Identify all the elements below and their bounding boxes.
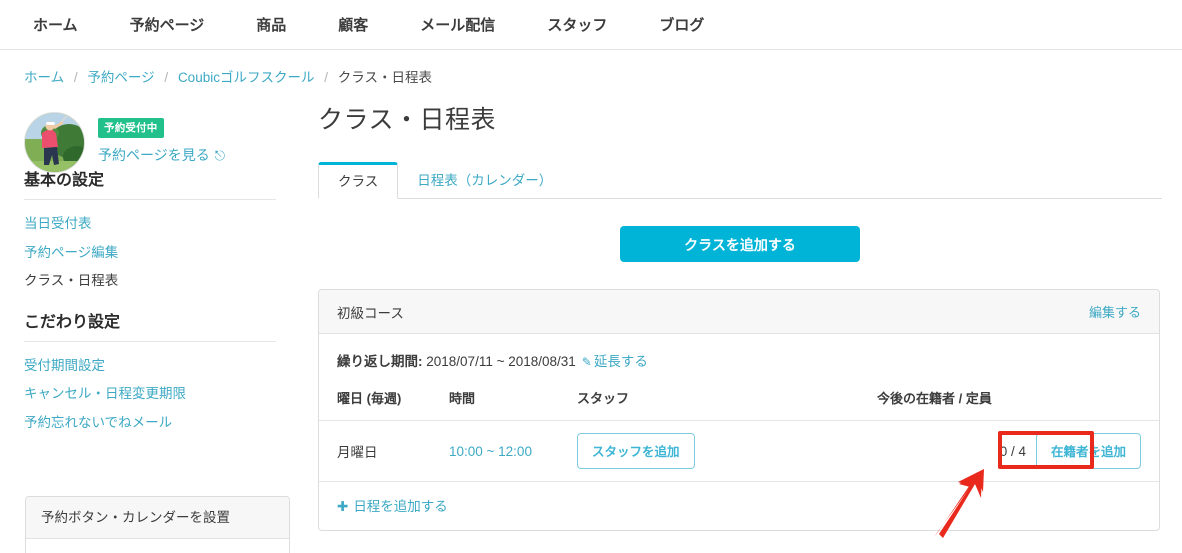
pencil-icon: ✎ bbox=[581, 355, 592, 369]
header-day: 曜日 (毎週) bbox=[319, 382, 449, 421]
schedule-table-body: 月曜日 10:00 ~ 12:00 スタッフを追加 0 / 4 在籍者を追加 bbox=[319, 420, 1159, 482]
breadcrumb: ホーム / 予約ページ / Coubicゴルフスクール / クラス・日程表 bbox=[24, 66, 432, 86]
nav-item-products[interactable]: 商品 bbox=[256, 14, 286, 35]
header-capacity: 今後の在籍者 / 定員 bbox=[877, 382, 1159, 421]
plus-icon: ✚ bbox=[337, 499, 349, 514]
add-schedule-link[interactable]: ✚ 日程を追加する bbox=[319, 482, 1159, 530]
sidebar-item-reminder-mail[interactable]: 予約忘れないでねメール bbox=[24, 409, 276, 438]
sidebar: 予約受付中 予約ページを見る ⎋ 基本の設定 当日受付表 予約ページ編集 クラス・… bbox=[0, 100, 300, 437]
cell-staff: スタッフを追加 bbox=[577, 420, 877, 482]
add-class-button[interactable]: クラスを追加する bbox=[620, 226, 860, 262]
repeat-period-label: 繰り返し期間: bbox=[337, 354, 423, 369]
main-content: クラス・日程表 クラス 日程表（カレンダー） クラスを追加する 初級コース 編集… bbox=[318, 100, 1162, 531]
capacity-group: 0 / 4 在籍者を追加 bbox=[877, 433, 1141, 469]
nav-item-mail[interactable]: メール配信 bbox=[420, 14, 495, 35]
add-enrollee-button[interactable]: 在籍者を追加 bbox=[1035, 433, 1141, 469]
breadcrumb-separator: / bbox=[73, 70, 78, 85]
breadcrumb-separator: / bbox=[164, 70, 169, 85]
class-title: 初級コース bbox=[337, 305, 404, 321]
header-time: 時間 bbox=[449, 382, 577, 421]
external-link-icon: ⎋ bbox=[214, 148, 226, 163]
app-page: ホーム 予約ページ 商品 顧客 メール配信 スタッフ ブログ ホーム / 予約ペ… bbox=[0, 0, 1182, 553]
status-badge: 予約受付中 bbox=[98, 118, 164, 138]
view-booking-page-link[interactable]: 予約ページを見る ⎋ bbox=[98, 145, 225, 165]
add-class-area: クラスを追加する bbox=[318, 226, 1162, 262]
avatar bbox=[24, 112, 85, 173]
breadcrumb-item-school[interactable]: Coubicゴルフスクール bbox=[178, 70, 315, 85]
nav-item-staff[interactable]: スタッフ bbox=[547, 14, 607, 35]
schedule-table: 曜日 (毎週) 時間 スタッフ 今後の在籍者 / 定員 月曜日 10:00 ~ … bbox=[319, 382, 1159, 482]
add-staff-button[interactable]: スタッフを追加 bbox=[577, 433, 695, 469]
widget-install-card-title[interactable]: 予約ボタン・カレンダーを設置 bbox=[26, 497, 289, 539]
sidebar-item-edit-booking-page[interactable]: 予約ページ編集 bbox=[24, 239, 276, 268]
breadcrumb-item-current: クラス・日程表 bbox=[337, 70, 432, 85]
cell-day: 月曜日 bbox=[319, 420, 449, 482]
top-navigation: ホーム 予約ページ 商品 顧客 メール配信 スタッフ ブログ bbox=[0, 0, 1182, 50]
capacity-value: 0 / 4 bbox=[999, 443, 1026, 459]
sidebar-item-class-schedule[interactable]: クラス・日程表 bbox=[24, 267, 276, 296]
sidebar-heading-advanced: こだわり設定 bbox=[24, 308, 276, 342]
breadcrumb-item-home[interactable]: ホーム bbox=[24, 70, 64, 85]
tab-class[interactable]: クラス bbox=[318, 162, 399, 199]
view-booking-page-label: 予約ページを見る bbox=[98, 147, 210, 163]
class-card: 初級コース 編集する 繰り返し期間: 2018/07/11 ~ 2018/08/… bbox=[318, 289, 1160, 531]
nav-item-blog[interactable]: ブログ bbox=[659, 14, 704, 35]
time-link[interactable]: 10:00 ~ 12:00 bbox=[449, 444, 532, 459]
nav-item-customers[interactable]: 顧客 bbox=[338, 14, 368, 35]
header-staff: スタッフ bbox=[577, 382, 877, 421]
sidebar-item-today-list[interactable]: 当日受付表 bbox=[24, 210, 276, 239]
cell-capacity: 0 / 4 在籍者を追加 bbox=[877, 420, 1159, 482]
breadcrumb-item-booking-page[interactable]: 予約ページ bbox=[87, 70, 154, 85]
tab-calendar[interactable]: 日程表（カレンダー） bbox=[398, 163, 571, 199]
repeat-period-value: 2018/07/11 ~ 2018/08/31 bbox=[426, 354, 576, 369]
nav-item-home[interactable]: ホーム bbox=[33, 14, 78, 35]
schedule-table-head: 曜日 (毎週) 時間 スタッフ 今後の在籍者 / 定員 bbox=[319, 382, 1159, 421]
edit-class-link[interactable]: 編集する bbox=[1089, 302, 1141, 321]
widget-install-card: 予約ボタン・カレンダーを設置 bbox=[25, 496, 290, 553]
golfer-photo-icon bbox=[25, 113, 84, 172]
sidebar-list-basic: 当日受付表 予約ページ編集 クラス・日程表 bbox=[0, 200, 300, 296]
breadcrumb-separator: / bbox=[324, 70, 328, 85]
page-title: クラス・日程表 bbox=[318, 106, 497, 134]
profile-block: 予約受付中 予約ページを見る ⎋ bbox=[0, 100, 300, 173]
profile-info: 予約受付中 予約ページを見る ⎋ bbox=[98, 118, 225, 165]
cell-time: 10:00 ~ 12:00 bbox=[449, 420, 577, 482]
sidebar-section-advanced: こだわり設定 bbox=[0, 308, 300, 342]
sidebar-list-advanced: 受付期間設定 キャンセル・日程変更期限 予約忘れないでねメール bbox=[0, 342, 300, 438]
tab-bar: クラス 日程表（カレンダー） bbox=[318, 162, 1162, 199]
extend-period-link[interactable]: 延長する bbox=[594, 354, 648, 369]
sidebar-item-reception-period[interactable]: 受付期間設定 bbox=[24, 352, 276, 381]
sidebar-item-cancel-policy[interactable]: キャンセル・日程変更期限 bbox=[24, 380, 276, 409]
class-card-header: 初級コース 編集する bbox=[319, 290, 1159, 334]
table-header-row: 曜日 (毎週) 時間 スタッフ 今後の在籍者 / 定員 bbox=[319, 382, 1159, 421]
repeat-period-row: 繰り返し期間: 2018/07/11 ~ 2018/08/31 ✎ 延長する bbox=[319, 334, 1159, 382]
top-nav-list: ホーム 予約ページ 商品 顧客 メール配信 スタッフ ブログ bbox=[0, 0, 1182, 49]
nav-item-booking-page[interactable]: 予約ページ bbox=[130, 14, 205, 35]
table-row: 月曜日 10:00 ~ 12:00 スタッフを追加 0 / 4 在籍者を追加 bbox=[319, 420, 1159, 482]
add-schedule-label: 日程を追加する bbox=[353, 499, 448, 514]
